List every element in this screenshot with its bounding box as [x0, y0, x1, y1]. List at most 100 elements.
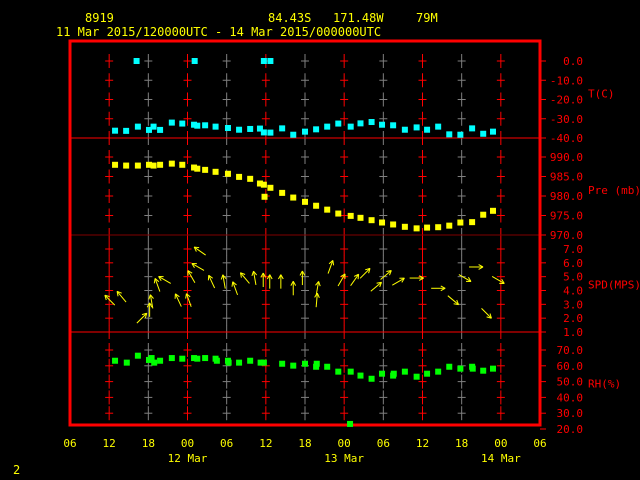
y-tick-label: -10.0: [550, 74, 583, 87]
pres-point: [401, 223, 408, 230]
rh-point: [247, 357, 254, 364]
pres-point: [302, 198, 308, 205]
wind-arrow: [327, 260, 335, 274]
wind-arrow: [191, 262, 205, 271]
pres-point: [457, 219, 464, 226]
pres-point: [424, 224, 431, 231]
temp-point: [179, 120, 186, 127]
temp-point: [368, 119, 375, 126]
temp-point: [390, 122, 397, 129]
rh-point: [469, 365, 476, 372]
pres-point: [469, 219, 476, 226]
rh-point: [435, 368, 442, 375]
rh-point: [302, 360, 308, 367]
rh-point: [157, 357, 164, 364]
rh-point: [335, 368, 342, 375]
x-tick-label: 06: [377, 437, 390, 450]
y-tick-label: 50.0: [557, 376, 584, 389]
x-tick-label: 12: [416, 437, 429, 450]
y-tick-label: -40.0: [550, 132, 583, 145]
pres-point: [490, 207, 496, 214]
rh-point: [390, 370, 397, 377]
rh-point: [424, 370, 431, 377]
wind-arrow: [469, 264, 484, 270]
temp-point: [194, 122, 201, 129]
pres-point: [335, 210, 342, 217]
rh-point: [279, 360, 286, 367]
wind-arrow: [104, 294, 116, 306]
y-tick-label: 30.0: [557, 407, 584, 420]
temp-point: [480, 130, 487, 137]
grid-column: [496, 54, 505, 421]
wind-arrow: [158, 275, 171, 284]
temp-point: [401, 126, 408, 133]
temp-point: [123, 127, 130, 134]
rh-point: [168, 355, 175, 362]
grid-column: [340, 54, 349, 421]
meteogram-chart: 0.0 -10.0 -20.0 -30.0 -40.0 T(C) 990.0 985.0 980…: [63, 39, 640, 465]
temp-point: [490, 128, 496, 135]
pres-point: [480, 211, 487, 218]
temp-point: [236, 126, 243, 133]
pres-point: [267, 184, 274, 191]
rh-point: [379, 370, 386, 377]
wind-arrow: [380, 270, 392, 280]
temp-point: [379, 121, 386, 128]
temp-point: [267, 58, 274, 64]
pres-point: [123, 162, 130, 169]
y-tick-label: 0.0: [563, 55, 583, 68]
y-tick-label: 985.0: [550, 171, 583, 184]
rh-point: [413, 373, 420, 380]
wind-arrow: [174, 293, 182, 307]
y-tick-label: 1.0: [563, 326, 583, 339]
pres-point: [279, 189, 286, 196]
y-tick-label: 70.0: [557, 344, 584, 357]
wind-arrow-head: [153, 278, 156, 284]
temp-point: [191, 58, 198, 64]
wind-arrow-shaft: [104, 294, 116, 306]
pres-point: [357, 214, 364, 221]
pres-point: [390, 221, 397, 228]
y-tick-label: 980.0: [550, 190, 583, 203]
wind-arrow-head: [231, 281, 234, 287]
panel-label-rh: RH(%): [588, 378, 621, 391]
pres-point: [313, 202, 320, 209]
rh-point: [290, 362, 297, 369]
wind-arrow: [392, 277, 405, 286]
y-tick-label: 40.0: [557, 391, 584, 404]
wind-arrow: [278, 274, 284, 289]
pres-point: [194, 165, 201, 172]
wind-arrow: [370, 281, 382, 292]
rh-point: [401, 368, 408, 375]
rh-point: [357, 372, 364, 379]
wind-arrow: [260, 272, 267, 287]
pres-point: [324, 206, 331, 213]
rh-point: [236, 359, 243, 366]
wind-arrow: [116, 290, 127, 303]
rh-point: [112, 357, 119, 364]
temp-point: [267, 129, 274, 136]
grid-column: [183, 54, 192, 421]
pres-point: [368, 217, 375, 224]
wind-arrow: [251, 270, 258, 286]
wind-arrow: [481, 308, 492, 319]
pres-point: [379, 219, 386, 226]
rh-point: [490, 365, 496, 372]
pres-point: [247, 175, 254, 182]
temp-point: [157, 126, 164, 133]
x-tick-label: 00: [181, 437, 194, 450]
wind-arrow: [350, 273, 360, 287]
x-date-label: 14 Mar: [481, 452, 521, 465]
wind-arrow-head: [318, 281, 321, 287]
y-tick-label: 20.0: [557, 423, 584, 436]
grid-column: [418, 54, 427, 421]
wind-arrow: [458, 274, 472, 283]
rh-point: [202, 355, 209, 362]
grid-column: [144, 54, 153, 421]
wind-arrow: [491, 276, 505, 284]
rh-point: [446, 363, 453, 370]
temp-point: [112, 127, 119, 134]
rh-point: [457, 365, 464, 372]
x-tick-label: 00: [338, 437, 351, 450]
panel-label-pres: Pre (mb): [588, 184, 640, 197]
